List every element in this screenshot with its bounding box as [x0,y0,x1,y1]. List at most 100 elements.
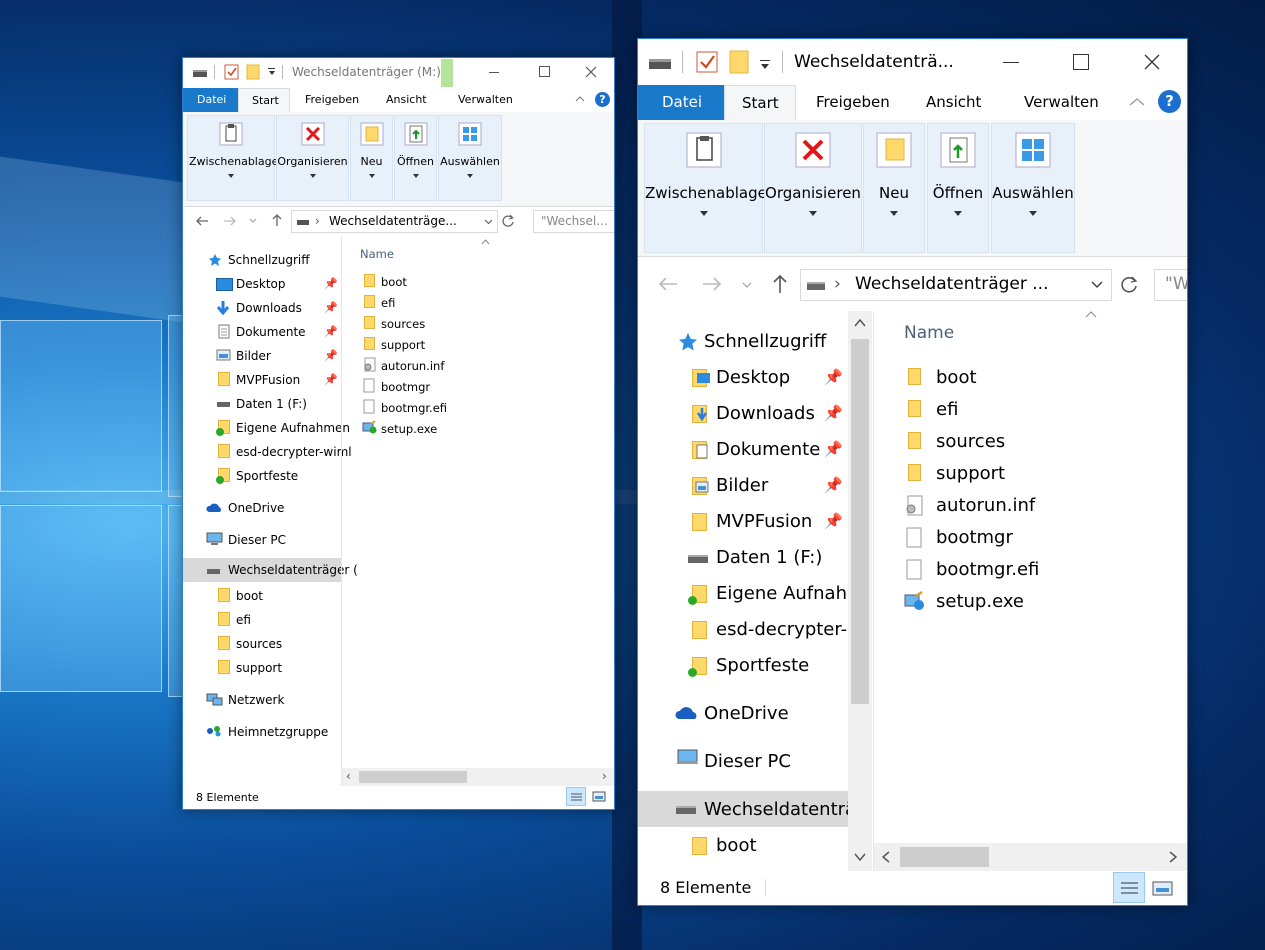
pin-icon[interactable]: 📌 [324,277,338,290]
properties-icon[interactable] [696,50,718,74]
collapse-ribbon-icon[interactable] [1129,97,1145,107]
new-folder-icon[interactable] [246,64,260,80]
file-icon [363,378,375,393]
pin-icon[interactable]: 📌 [324,373,338,386]
forward-arrow-icon[interactable] [702,276,722,292]
new-group[interactable]: Neu [350,115,393,201]
details-view-icon [571,793,582,801]
pin-icon[interactable]: 📌 [824,512,843,530]
pin-icon[interactable]: 📌 [324,301,338,314]
organize-group[interactable]: Organisieren [764,123,862,253]
new-group[interactable]: Neu [863,123,925,253]
help-icon[interactable]: ? [1158,90,1181,113]
close-button[interactable] [585,66,597,78]
manage-context-bar [441,59,453,87]
tab-manage[interactable]: Verwalten [1024,93,1099,111]
scrollbar-thumb[interactable] [851,339,869,704]
tab-file[interactable]: Datei [183,88,238,112]
pin-icon[interactable]: 📌 [824,440,843,458]
tab-manage[interactable]: Verwalten [458,93,513,106]
recent-dropdown-icon[interactable] [742,282,752,289]
horizontal-scrollbar[interactable] [874,843,1187,871]
open-group[interactable]: Öffnen [394,115,437,201]
window-title: Wechseldatenträger (M:) [292,65,441,79]
pin-icon[interactable]: 📌 [824,404,843,422]
minimize-button[interactable] [1003,62,1019,63]
folder-icon [908,368,921,385]
pin-icon[interactable]: 📌 [824,476,843,494]
collapse-ribbon-icon[interactable] [575,95,585,103]
navigation-bar: › Wechseldatenträger ... "W [638,256,1187,311]
search-input[interactable]: "Wechsel... [533,210,614,233]
pin-icon[interactable]: 📌 [324,325,338,338]
refresh-icon[interactable] [1119,275,1139,295]
forward-arrow-icon[interactable] [223,215,237,227]
organize-group[interactable]: Organisieren [276,115,349,201]
close-button[interactable] [1144,54,1160,70]
title-bar: Wechseldatenträger (M:) [183,58,614,88]
nav-removable-drive[interactable]: Wechseldatenträge [638,791,848,827]
open-group[interactable]: Öffnen [927,123,989,253]
large-icons-view-icon[interactable] [1152,881,1173,896]
navigation-pane: Schnellzugriff Desktop 📌 Downloads 📌 Dok… [638,311,848,871]
column-header-name[interactable]: Name [904,323,954,343]
up-arrow-icon[interactable] [772,274,788,294]
address-dropdown-icon[interactable] [484,219,493,225]
scroll-left-icon[interactable] [882,851,890,863]
scroll-right-icon[interactable]: › [602,769,607,783]
vertical-scrollbar[interactable] [848,311,872,871]
column-header-name[interactable]: Name [360,247,394,261]
sync-check-icon [216,428,224,436]
details-view-icon [1121,882,1138,894]
maximize-button[interactable] [1073,54,1089,70]
tab-file[interactable]: Datei [638,85,724,120]
folder-icon [364,337,375,350]
tab-home[interactable]: Start [238,88,290,112]
tab-share[interactable]: Freigeben [305,93,359,106]
pin-icon[interactable]: 📌 [824,368,843,386]
new-folder-icon[interactable] [729,50,749,74]
scroll-up-icon[interactable] [854,319,866,327]
large-icons-view-icon[interactable] [592,791,606,802]
up-arrow-icon[interactable] [271,213,283,227]
recent-dropdown-icon[interactable] [249,218,257,224]
help-icon[interactable]: ? [595,92,610,107]
horizontal-scrollbar[interactable]: ‹ › [342,768,614,786]
folder-icon [908,432,921,449]
nav-removable-drive[interactable]: Wechseldatenträger ( [183,558,358,582]
back-arrow-icon[interactable] [658,276,678,292]
tab-view[interactable]: Ansicht [386,93,427,106]
properties-icon[interactable] [224,64,239,80]
tab-share[interactable]: Freigeben [816,93,890,111]
title-bar: Wechseldatenträ... [638,39,1187,85]
scroll-right-icon[interactable] [1169,851,1177,863]
select-group[interactable]: Auswählen [991,123,1075,253]
details-view-button[interactable] [566,787,586,806]
back-arrow-icon[interactable] [195,215,209,227]
refresh-icon[interactable] [501,214,515,228]
address-dropdown-icon[interactable] [1091,281,1103,289]
scrollbar-thumb[interactable] [900,847,989,867]
status-bar: 8 Elemente [183,786,614,809]
tab-view[interactable]: Ansicht [926,93,981,111]
pin-icon[interactable]: 📌 [324,349,338,362]
delete-icon [795,132,831,168]
sync-check-icon [216,476,224,484]
maximize-button[interactable] [539,66,550,77]
tab-home[interactable]: Start [724,85,796,120]
folder-icon [364,316,375,329]
scrollbar-thumb[interactable] [359,771,467,783]
folder-icon [364,274,375,287]
address-bar[interactable]: › Wechseldatenträge... [291,210,498,233]
select-group[interactable]: Auswählen [438,115,502,201]
clipboard-group[interactable]: Zwischenablage [187,115,278,201]
scroll-left-icon[interactable]: ‹ [346,769,351,783]
document-icon [696,444,708,459]
address-bar[interactable]: › Wechseldatenträger ... [800,269,1112,301]
details-view-button[interactable] [1113,872,1145,903]
clipboard-group[interactable]: Zwischenablage [644,123,767,253]
search-input[interactable]: "W [1154,269,1187,301]
scroll-down-icon[interactable] [854,853,866,861]
setup-icon [904,591,924,610]
minimize-button[interactable] [489,72,499,73]
